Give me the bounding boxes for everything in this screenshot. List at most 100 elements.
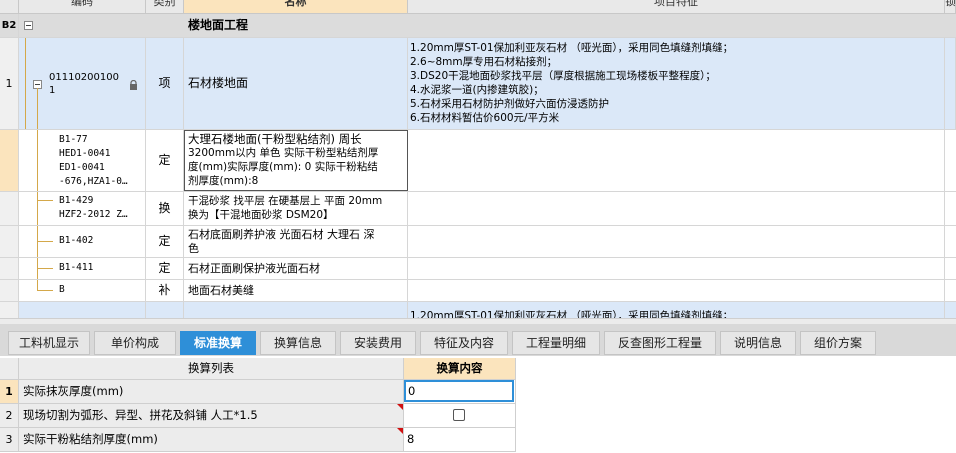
sub-code-cell[interactable]: B1-77 HED1-0041 ED1-0041 -676,HZA1-0… — [19, 130, 146, 191]
next-item-row[interactable]: 1.20mm厚ST-01保加利亚灰石材 （哑光面），采用同色填缝剂填缝； — [0, 302, 956, 318]
item-type: 项 — [146, 38, 184, 129]
sub-name[interactable]: 干混砂浆 找平层 在硬基层上 平面 20mm 换为【干混地面砂浆 DSM20】 — [184, 192, 408, 225]
header-corner — [0, 358, 19, 380]
quota-grid: 编码 类别 名称 项目特征 锁 B2 楼地面工程 1 01110200100 1… — [0, 0, 956, 318]
sub-code-cell[interactable]: B — [19, 280, 146, 301]
row-number — [0, 302, 19, 318]
header-code[interactable]: 编码 — [19, 0, 146, 14]
sub-type: 定 — [146, 130, 184, 191]
sub-row[interactable]: B1-411 定 石材正面刷保护液光面石材 — [0, 258, 956, 280]
sub-row[interactable]: B 补 地面石材美缝 — [0, 280, 956, 302]
header-type[interactable]: 类别 — [146, 0, 184, 14]
collapse-icon[interactable] — [24, 21, 33, 30]
sub-code-cell[interactable]: B1-429 HZF2-2012 Z… — [19, 192, 146, 225]
conversion-table: 换算列表 换算内容 1 实际抹灰厚度(mm) 0 2 现场切割为弧形、异型、拼花… — [0, 358, 516, 453]
row-number — [0, 258, 19, 279]
sub-code: B1-429 HZF2-2012 Z… — [59, 195, 128, 220]
next-name-cell — [184, 302, 408, 318]
conv-row-number: 3 — [0, 428, 19, 452]
tab-conversion-info[interactable]: 换算信息 — [260, 331, 336, 355]
sub-row[interactable]: B1-429 HZF2-2012 Z… 换 干混砂浆 找平层 在硬基层上 平面 … — [0, 192, 956, 226]
sub-code: B1-411 — [59, 262, 94, 273]
tree-line — [37, 290, 53, 291]
header-name[interactable]: 名称 — [184, 0, 408, 14]
tab-install-fee[interactable]: 安装费用 — [340, 331, 416, 355]
row-number — [0, 280, 19, 301]
feature-line: 2.6~8mm厚专用石材粘接剂； — [410, 56, 558, 68]
header-feature[interactable]: 项目特征 — [408, 0, 945, 14]
sub-code: B1-77 HED1-0041 ED1-0041 -676,HZA1-0… — [59, 134, 128, 187]
conv-row-number: 1 — [0, 380, 19, 404]
conv-label: 现场切割为弧形、异型、拼花及斜铺 人工*1.5 — [19, 404, 404, 428]
group-name: 楼地面工程 — [188, 18, 249, 32]
conv-label: 实际干粉粘结剂厚度(mm) — [19, 428, 404, 452]
thickness-input[interactable]: 0 — [404, 380, 514, 402]
feature-line: 6.石材材料暂估价600元/平方米 — [410, 112, 560, 124]
sub-feature-cell — [408, 130, 945, 191]
tree-line — [37, 241, 53, 242]
item-extra — [945, 38, 956, 129]
tab-notes[interactable]: 说明信息 — [720, 331, 796, 355]
sub-type: 补 — [146, 280, 184, 301]
sub-type: 定 — [146, 226, 184, 257]
group-row[interactable]: B2 楼地面工程 — [0, 14, 956, 38]
tab-features[interactable]: 特征及内容 — [420, 331, 508, 355]
tab-pricing-plan[interactable]: 组价方案 — [800, 331, 876, 355]
sub-feature-cell — [408, 258, 945, 279]
feature-line: 4.水泥浆一道(内掺建筑胶)； — [410, 84, 544, 96]
tab-bar: 工料机显示 单价构成 标准换算 换算信息 安装费用 特征及内容 工程量明细 反查… — [0, 324, 956, 356]
sub-type: 定 — [146, 258, 184, 279]
header-conversion-list: 换算列表 — [19, 358, 404, 380]
tab-unit-price[interactable]: 单价构成 — [94, 331, 176, 355]
item-features[interactable]: 1.20mm厚ST-01保加利亚灰石材 （哑光面），采用同色填缝剂填缝； 2.6… — [408, 38, 945, 129]
sub-code-cell[interactable]: B1-402 — [19, 226, 146, 257]
tab-quantity-detail[interactable]: 工程量明细 — [512, 331, 600, 355]
item-name[interactable]: 石材楼地面 — [184, 38, 408, 129]
sub-feature-cell — [408, 226, 945, 257]
lock-icon — [130, 80, 137, 90]
tree-line — [37, 192, 38, 225]
adhesive-thickness-value[interactable]: 8 — [404, 428, 516, 452]
tree-line — [37, 88, 38, 129]
tree-line — [37, 130, 38, 191]
feature-line: 1.20mm厚ST-01保加利亚灰石材 （哑光面），采用同色填缝剂填缝； — [410, 42, 734, 54]
conv-value-cell[interactable] — [404, 404, 516, 428]
sub-name[interactable]: 地面石材美缝 — [184, 280, 408, 301]
sub-code-cell[interactable]: B1-411 — [19, 258, 146, 279]
group-type-cell — [146, 14, 184, 37]
sub-row[interactable]: B1-402 定 石材底面刷养护液 光面石材 大理石 深 色 — [0, 226, 956, 258]
conv-row-number: 2 — [0, 404, 19, 428]
feature-line: 5.石材采用石材防护剂做好六面仿浸透防护 — [410, 98, 610, 110]
header-rownum — [0, 0, 19, 14]
tab-materials[interactable]: 工料机显示 — [8, 331, 90, 355]
tree-line — [25, 38, 26, 129]
item-number: 1 — [0, 38, 19, 129]
sub-row[interactable]: B1-77 HED1-0041 ED1-0041 -676,HZA1-0… 定 … — [0, 130, 956, 192]
tab-reverse-lookup[interactable]: 反查图形工程量 — [604, 331, 716, 355]
note-marker — [397, 404, 403, 410]
tree-line — [37, 268, 53, 269]
sub-name[interactable]: 石材底面刷养护液 光面石材 大理石 深 色 — [184, 226, 408, 257]
arc-cut-checkbox[interactable] — [453, 409, 465, 421]
tree-line — [37, 200, 53, 201]
note-marker — [397, 428, 403, 434]
sub-name[interactable]: 石材正面刷保护液光面石材 — [184, 258, 408, 279]
next-code-cell — [19, 302, 146, 318]
next-feature-peek: 1.20mm厚ST-01保加利亚灰石材 （哑光面），采用同色填缝剂填缝； — [408, 302, 945, 318]
row-number — [0, 226, 19, 257]
sub-code: B — [59, 284, 65, 295]
sub-name-editing[interactable]: 大理石楼地面(干粉型粘结剂) 周长 3200mm以内 单色 实际干粉型粘结剂厚 … — [184, 130, 408, 191]
feature-line: 3.DS20干混地面砂浆找平层（厚度根据施工现场楼板平整程度）； — [410, 70, 716, 82]
next-type-cell — [146, 302, 184, 318]
item-row[interactable]: 1 01110200100 1 项 石材楼地面 1.20mm厚ST-01保加利亚… — [0, 38, 956, 130]
conv-value-cell[interactable]: 0 — [404, 380, 516, 404]
header-extra[interactable]: 锁 — [945, 0, 956, 14]
row-number — [0, 130, 19, 191]
conv-label: 实际抹灰厚度(mm) — [19, 380, 404, 404]
tab-standard-conversion[interactable]: 标准换算 — [180, 331, 256, 355]
group-number: B2 — [0, 14, 19, 37]
sub-code: B1-402 — [59, 235, 94, 246]
item-code-cell[interactable]: 01110200100 1 — [19, 38, 146, 129]
row-number — [0, 192, 19, 225]
sub-type: 换 — [146, 192, 184, 225]
